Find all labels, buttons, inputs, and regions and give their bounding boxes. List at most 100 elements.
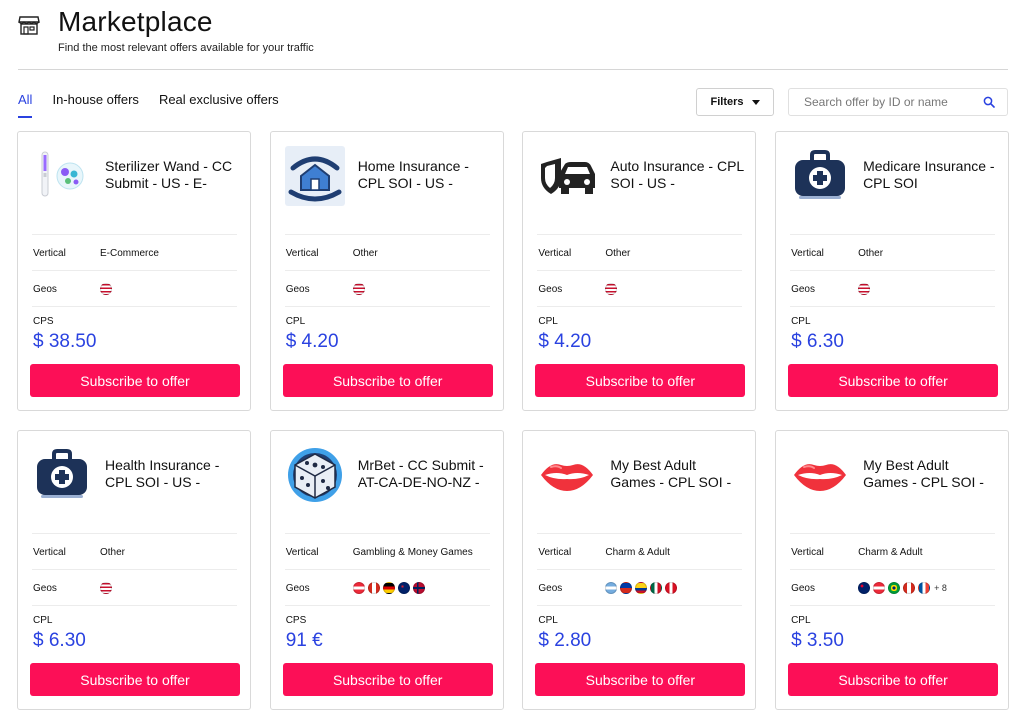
geo-flags — [605, 283, 618, 295]
vertical-value: Other — [100, 547, 126, 558]
offer-title[interactable]: Home Insurance - CPL SOI - US - — [358, 158, 492, 192]
divider — [284, 533, 490, 534]
flag-at-icon — [352, 582, 365, 594]
divider — [790, 605, 996, 606]
vertical-label: Vertical — [791, 547, 824, 558]
vertical-label: Vertical — [285, 547, 319, 558]
vertical-value: E-Commerce — [100, 248, 159, 259]
offer-grid: Sterilizer Wand - CC Submit - US - E- Ver… — [17, 131, 1010, 710]
payout-type: CPL — [791, 615, 811, 626]
offer-title[interactable]: Sterilizer Wand - CC Submit - US - E- — [105, 158, 239, 192]
payout-type: CPL — [285, 316, 306, 327]
lips-icon — [537, 445, 597, 505]
geos-label: Geos — [285, 583, 310, 594]
divider — [537, 306, 743, 307]
tab-all[interactable]: All — [18, 92, 33, 118]
more-geos-count: + 8 — [934, 583, 947, 593]
divider — [537, 270, 743, 271]
divider — [790, 306, 996, 307]
lips-icon — [790, 445, 850, 505]
offer-title[interactable]: Medicare Insurance - CPL SOI — [863, 158, 997, 192]
geos-label: Geos — [33, 583, 57, 594]
offer-title[interactable]: Health Insurance - CPL SOI - US - — [105, 457, 239, 491]
geos-label: Geos — [791, 583, 815, 594]
divider — [537, 569, 743, 570]
search-icon[interactable] — [983, 96, 995, 108]
payout-type: CPL — [33, 615, 53, 626]
vertical-value: Other — [605, 248, 631, 259]
offer-title[interactable]: My Best Adult Games - CPL SOI - — [610, 457, 744, 491]
offer-title[interactable]: My Best Adult Games - CPL SOI - — [863, 457, 997, 491]
payout-type: CPL — [538, 615, 558, 626]
vertical-label: Vertical — [538, 547, 572, 558]
geo-flags — [100, 283, 112, 295]
offer-card[interactable]: Auto Insurance - CPL SOI - US - Vertical O… — [522, 131, 757, 411]
store-icon — [18, 16, 40, 35]
flag-no-icon — [412, 582, 425, 594]
payout-amount: $ 6.30 — [33, 630, 86, 651]
divider — [284, 306, 490, 307]
payout-amount: $ 4.20 — [538, 331, 592, 352]
divider — [284, 234, 490, 235]
page-subtitle: Find the most relevant offers available … — [58, 42, 314, 54]
page-header: Marketplace Find the most relevant offer… — [18, 6, 1008, 70]
filters-label: Filters — [710, 96, 744, 108]
geos-label: Geos — [33, 284, 57, 295]
flag-pe-icon — [665, 582, 678, 594]
subscribe-button[interactable]: Subscribe to offer — [282, 663, 493, 696]
flag-us-icon — [605, 283, 618, 295]
divider — [32, 533, 237, 534]
flag-nz-icon — [397, 582, 410, 594]
payout-amount: 91 € — [285, 630, 323, 651]
tab-in-house-offers[interactable]: In-house offers — [52, 92, 138, 118]
flag-br-icon — [888, 582, 901, 594]
medical-kit-icon — [790, 146, 850, 206]
flag-ca-icon — [903, 582, 916, 594]
geos-label: Geos — [791, 284, 815, 295]
tab-real-exclusive-offers[interactable]: Real exclusive offers — [159, 92, 279, 118]
page-title: Marketplace — [58, 6, 213, 37]
divider — [32, 605, 237, 606]
divider — [537, 234, 743, 235]
search-box — [788, 88, 1008, 116]
subscribe-button[interactable]: Subscribe to offer — [535, 663, 746, 696]
vertical-label: Vertical — [33, 547, 66, 558]
offer-card[interactable]: Medicare Insurance - CPL SOI Vertical Othe… — [775, 131, 1010, 411]
flag-mx-icon — [650, 582, 663, 594]
divider — [790, 270, 996, 271]
offer-card[interactable]: Health Insurance - CPL SOI - US - Vertica… — [17, 430, 251, 710]
flag-de-icon — [382, 582, 395, 594]
vertical-label: Vertical — [285, 248, 319, 259]
offer-title[interactable]: Auto Insurance - CPL SOI - US - — [610, 158, 744, 192]
offer-card[interactable]: My Best Adult Games - CPL SOI - Vertical C… — [775, 430, 1010, 710]
flag-us-icon — [858, 283, 871, 295]
divider — [32, 234, 237, 235]
geos-label: Geos — [538, 284, 563, 295]
flag-us-icon — [352, 283, 365, 295]
offer-title[interactable]: MrBet - CC Submit - AT-CA-DE-NO-NZ - — [358, 457, 492, 491]
flag-co-icon — [635, 582, 648, 594]
subscribe-button[interactable]: Subscribe to offer — [30, 364, 240, 397]
divider — [32, 306, 237, 307]
divider — [284, 270, 490, 271]
offer-card[interactable]: Home Insurance - CPL SOI - US - Vertical O… — [269, 131, 504, 411]
subscribe-button[interactable]: Subscribe to offer — [282, 364, 493, 397]
subscribe-button[interactable]: Subscribe to offer — [30, 663, 240, 696]
flag-us-icon — [100, 283, 112, 295]
divider — [790, 533, 996, 534]
offer-card[interactable]: Sterilizer Wand - CC Submit - US - E- Ver… — [17, 131, 251, 411]
vertical-label: Vertical — [33, 248, 66, 259]
offer-card[interactable]: My Best Adult Games - CPL SOI - Vertical C… — [522, 430, 757, 710]
payout-type: CPS — [33, 316, 54, 327]
subscribe-button[interactable]: Subscribe to offer — [788, 364, 999, 397]
payout-type: CPL — [538, 316, 558, 327]
offer-card[interactable]: MrBet - CC Submit - AT-CA-DE-NO-NZ - Vert… — [269, 430, 504, 710]
flag-at-icon — [873, 582, 886, 594]
subscribe-button[interactable]: Subscribe to offer — [788, 663, 999, 696]
divider — [790, 569, 996, 570]
filters-button[interactable]: Filters — [696, 88, 774, 116]
vertical-label: Vertical — [538, 248, 572, 259]
subscribe-button[interactable]: Subscribe to offer — [535, 364, 746, 397]
search-input[interactable] — [789, 89, 979, 115]
geo-flags — [100, 582, 112, 594]
